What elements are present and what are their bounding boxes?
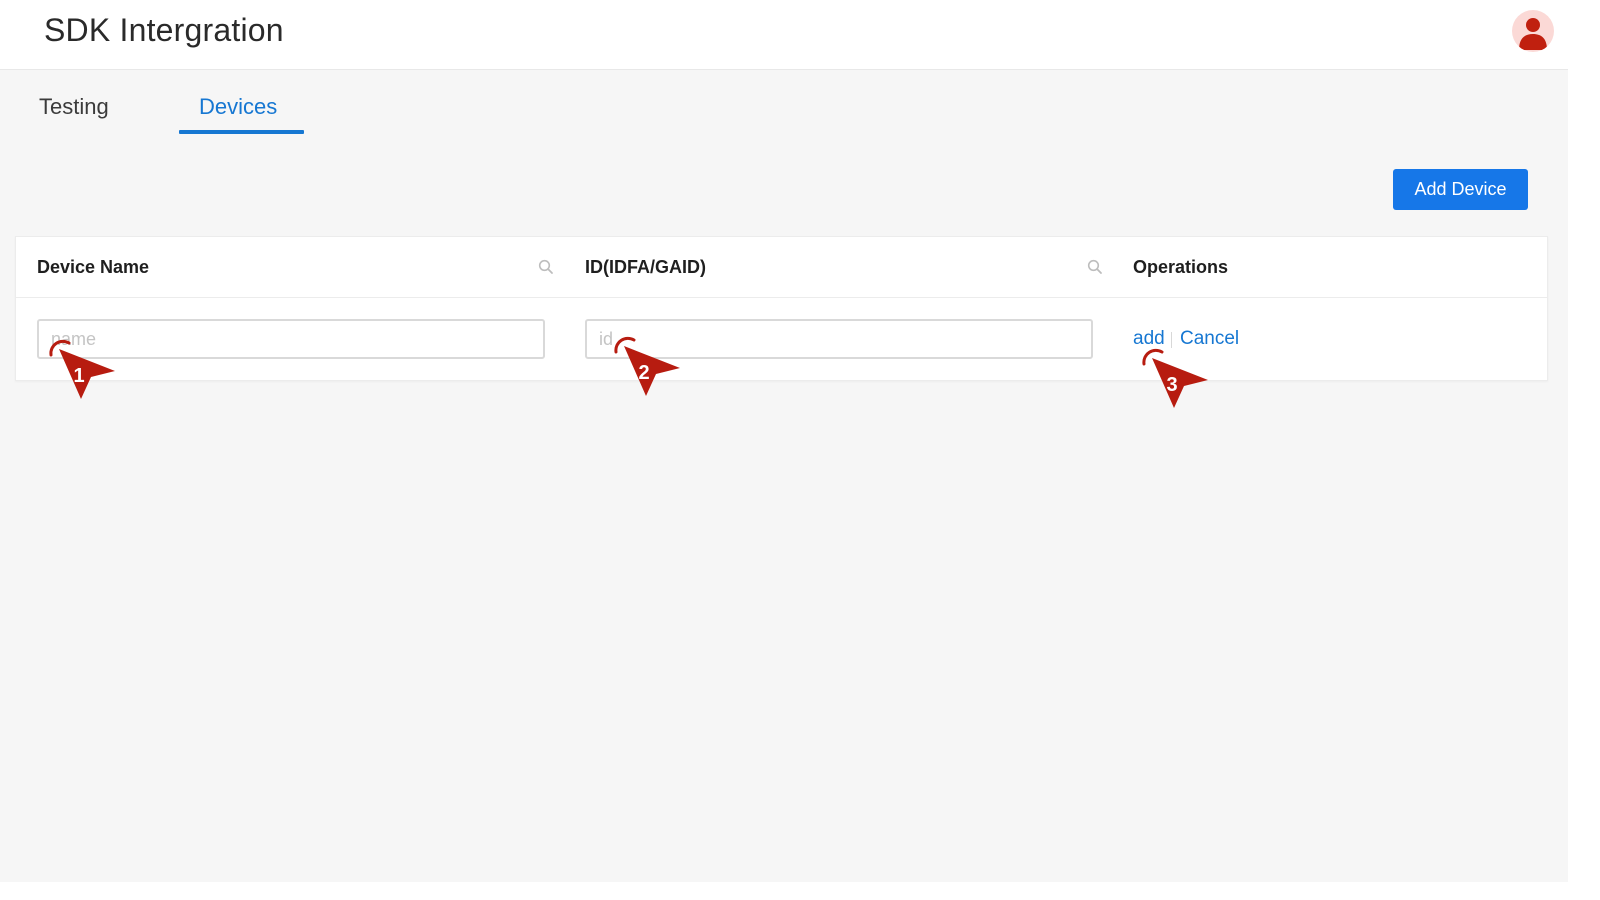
table-header: Device Name ID(IDFA/GAID) Operations: [16, 237, 1547, 298]
operations-divider: [1171, 332, 1172, 348]
column-header-device-name: Device Name: [37, 257, 150, 277]
table-row: add Cancel: [16, 298, 1547, 381]
app-header: SDK Intergration: [0, 0, 1568, 70]
id-input[interactable]: [585, 319, 1093, 359]
active-tab-indicator: [179, 130, 304, 134]
column-header-operations: Operations: [1133, 257, 1229, 277]
tab-testing[interactable]: Testing: [39, 92, 109, 122]
user-avatar-icon[interactable]: [1512, 10, 1554, 52]
app-window: SDK Intergration Testing Devices Add Dev…: [0, 0, 1568, 882]
tab-bar: Testing Devices: [0, 70, 1568, 140]
search-icon[interactable]: [1087, 259, 1103, 275]
add-device-button[interactable]: Add Device: [1393, 169, 1528, 210]
devices-table: Device Name ID(IDFA/GAID) Operations add: [15, 236, 1548, 381]
app-title: SDK Intergration: [44, 12, 284, 48]
search-icon[interactable]: [538, 259, 554, 275]
column-header-id: ID(IDFA/GAID): [585, 257, 706, 277]
add-link[interactable]: add: [1133, 327, 1165, 351]
tab-devices[interactable]: Devices: [199, 92, 277, 122]
name-input[interactable]: [37, 319, 545, 359]
cancel-link[interactable]: Cancel: [1180, 327, 1239, 351]
